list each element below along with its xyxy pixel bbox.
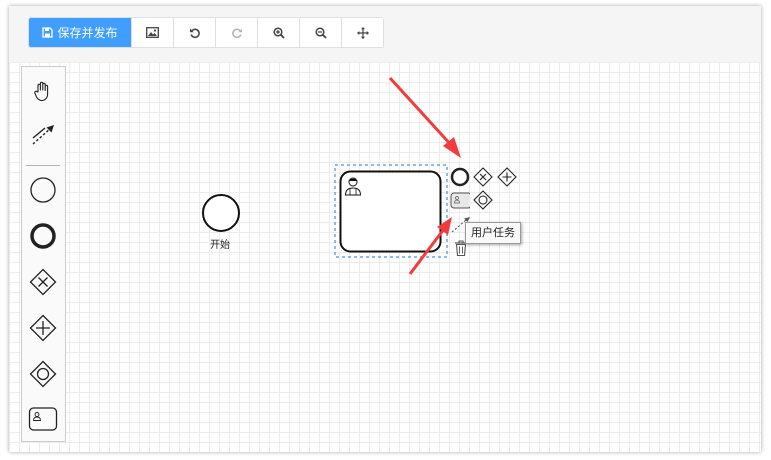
palette-separator bbox=[26, 165, 60, 166]
save-publish-label: 保存并发布 bbox=[57, 26, 118, 40]
zoom-out-icon bbox=[314, 26, 327, 39]
append-parallel-gateway-icon[interactable] bbox=[497, 167, 517, 187]
save-publish-button[interactable]: 保存并发布 bbox=[29, 18, 131, 47]
undo-icon bbox=[189, 28, 200, 38]
toolbar: 保存并发布 bbox=[28, 17, 384, 48]
exclusive-gateway-tool[interactable] bbox=[24, 263, 62, 301]
arrow-annotation bbox=[408, 217, 452, 275]
start-event[interactable] bbox=[200, 192, 242, 234]
end-event-icon bbox=[30, 223, 56, 249]
annotation-arrows bbox=[388, 76, 461, 275]
move-button[interactable] bbox=[341, 18, 383, 47]
arrow-annotation bbox=[388, 76, 461, 158]
undo-button[interactable] bbox=[173, 18, 215, 47]
inclusive-gateway-icon bbox=[29, 360, 57, 388]
start-event-icon bbox=[30, 177, 56, 203]
redo-button[interactable] bbox=[215, 18, 257, 47]
parallel-gateway-tool[interactable] bbox=[24, 309, 62, 347]
global-connect-icon bbox=[32, 125, 54, 145]
hand-tool[interactable] bbox=[24, 72, 62, 110]
exclusive-gateway-icon bbox=[29, 268, 57, 296]
redo-icon bbox=[231, 28, 242, 38]
bpmn-editor-window: 保存并发布 开始 用户任务 bbox=[9, 6, 761, 452]
start-event-label: 开始 bbox=[210, 240, 230, 251]
parallel-gateway-icon bbox=[29, 314, 57, 342]
inclusive-gateway-tool[interactable] bbox=[24, 355, 62, 393]
zoom-in-button[interactable] bbox=[257, 18, 299, 47]
user-task-icon bbox=[28, 407, 58, 431]
user-task-tool[interactable] bbox=[24, 400, 62, 438]
zoom-in-icon bbox=[272, 26, 285, 39]
save-icon bbox=[42, 27, 54, 38]
end-event-tool[interactable] bbox=[24, 217, 62, 255]
image-button[interactable] bbox=[131, 18, 173, 47]
image-icon bbox=[146, 27, 159, 38]
global-connect-tool[interactable] bbox=[24, 117, 62, 155]
hand-tool-icon bbox=[34, 81, 49, 102]
zoom-out-button[interactable] bbox=[299, 18, 341, 47]
tool-palette bbox=[21, 66, 66, 442]
move-icon bbox=[356, 26, 369, 39]
start-event-tool[interactable] bbox=[24, 171, 62, 209]
